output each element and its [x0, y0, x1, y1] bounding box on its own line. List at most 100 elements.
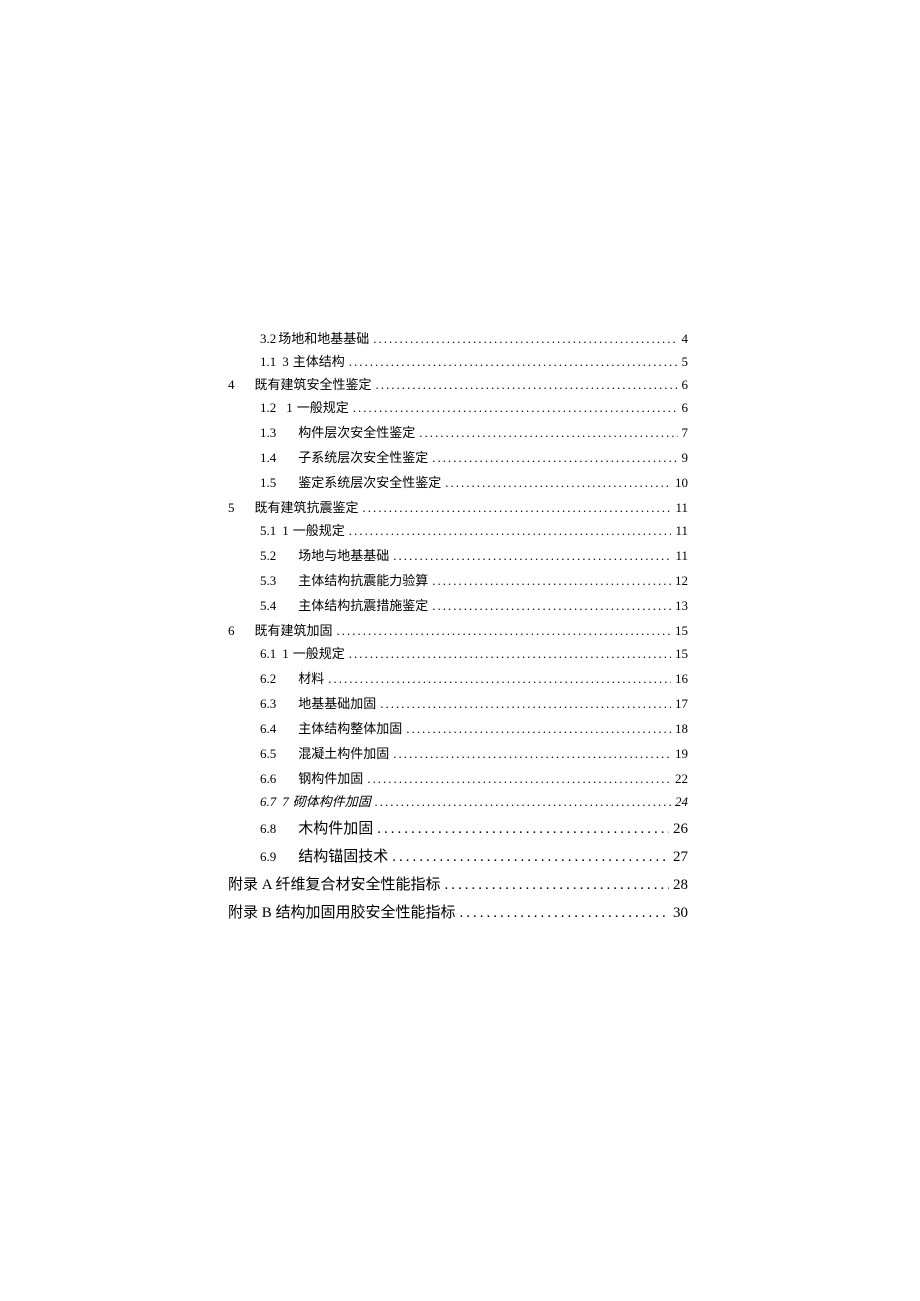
- toc-num: 5: [228, 501, 235, 514]
- toc-num: 6.5: [260, 747, 276, 760]
- toc-leader: [353, 401, 678, 414]
- toc-title: 主体结构抗震能力验算: [298, 574, 428, 587]
- toc-num: 1.5: [260, 476, 276, 489]
- toc-num: 5.2: [260, 549, 276, 562]
- toc-block: 3.2 场地和地基基础 4 1.1 3 主体结构 5 4 既有建筑安全性鉴定 6…: [228, 332, 688, 930]
- toc-leader: [406, 722, 671, 735]
- toc-num: 6.6: [260, 772, 276, 785]
- toc-leader: [376, 378, 678, 391]
- toc-page: 11: [675, 524, 688, 537]
- toc-page: 30: [673, 904, 688, 922]
- toc-title: 主体结构: [293, 355, 345, 368]
- toc-leader: [367, 772, 671, 785]
- toc-row: 6.6 钢构件加固 22: [260, 772, 688, 785]
- toc-row: 1.1 3 主体结构 5: [260, 355, 688, 368]
- toc-num: 6.7: [260, 795, 276, 808]
- toc-row: 1.3 构件层次安全性鉴定 7: [260, 426, 688, 439]
- toc-row: 6.3 地基基础加固 17: [260, 697, 688, 710]
- toc-page: 17: [675, 697, 688, 710]
- toc-num: 1.2: [260, 401, 276, 414]
- toc-page: 5: [682, 355, 689, 368]
- toc-row: 5 既有建筑抗震鉴定 11: [228, 501, 688, 514]
- toc-subnum: 1: [286, 401, 293, 414]
- toc-subnum: 1: [282, 524, 289, 537]
- toc-row: 6.4 主体结构整体加固 18: [260, 722, 688, 735]
- toc-page: 10: [675, 476, 688, 489]
- toc-page: 15: [675, 647, 688, 660]
- toc-title: 结构锚固技术: [298, 848, 388, 866]
- toc-title: 既有建筑抗震鉴定: [255, 501, 359, 514]
- toc-page: 28: [673, 876, 688, 894]
- toc-page: 18: [675, 722, 688, 735]
- toc-num: 5.3: [260, 574, 276, 587]
- toc-row: 5.2 场地与地基基础 11: [260, 549, 688, 562]
- toc-leader: [377, 820, 669, 838]
- toc-leader: [393, 747, 671, 760]
- toc-title: 既有建筑加固: [255, 624, 333, 637]
- toc-num: 1.3: [260, 426, 276, 439]
- toc-row: 附录 B 结构加固用胶安全性能指标 30: [228, 904, 688, 922]
- toc-title: 场地和地基基础: [278, 332, 369, 345]
- toc-num: 5.4: [260, 599, 276, 612]
- toc-subnum: 3: [282, 355, 289, 368]
- toc-page: 22: [675, 772, 688, 785]
- toc-title: 鉴定系统层次安全性鉴定: [298, 476, 441, 489]
- toc-subnum: 1: [282, 647, 289, 660]
- toc-title: 钢构件加固: [298, 772, 363, 785]
- toc-page: 9: [682, 451, 689, 464]
- toc-row: 1.4 子系统层次安全性鉴定 9: [260, 451, 688, 464]
- toc-leader: [432, 451, 677, 464]
- toc-row: 6.7 7 砌体构件加固 24: [260, 795, 688, 808]
- toc-num: 4: [228, 378, 235, 391]
- toc-title: 砌体构件加固: [293, 795, 371, 808]
- toc-leader: [349, 524, 672, 537]
- toc-title: 材料: [298, 672, 324, 685]
- toc-page: 15: [675, 624, 688, 637]
- toc-row: 5.4 主体结构抗震措施鉴定 13: [260, 599, 688, 612]
- toc-page: 7: [682, 426, 689, 439]
- toc-row: 6.2 材料 16: [260, 672, 688, 685]
- toc-leader: [337, 624, 671, 637]
- toc-leader: [419, 426, 677, 439]
- toc-leader: [363, 501, 672, 514]
- toc-leader: [380, 697, 671, 710]
- toc-row: 6.8 木构件加固 26: [260, 820, 688, 838]
- toc-row: 1.5 鉴定系统层次安全性鉴定 10: [260, 476, 688, 489]
- toc-title: 木构件加固: [298, 820, 373, 838]
- toc-row: 6.1 1 一般规定 15: [260, 647, 688, 660]
- toc-page: 4: [682, 332, 689, 345]
- toc-row: 6.5 混凝土构件加固 19: [260, 747, 688, 760]
- toc-title: 一般规定: [297, 401, 349, 414]
- toc-leader: [393, 549, 671, 562]
- toc-num: 6.3: [260, 697, 276, 710]
- toc-leader: [432, 574, 671, 587]
- toc-page: 19: [675, 747, 688, 760]
- toc-title: 地基基础加固: [298, 697, 376, 710]
- toc-num: 6.4: [260, 722, 276, 735]
- toc-title: 附录 B 结构加固用胶安全性能指标: [228, 904, 456, 922]
- toc-title: 一般规定: [293, 524, 345, 537]
- toc-leader: [375, 795, 671, 808]
- toc-row: 4 既有建筑安全性鉴定 6: [228, 378, 688, 391]
- toc-page: 13: [675, 599, 688, 612]
- toc-title: 一般规定: [293, 647, 345, 660]
- toc-row: 1.2 1 一般规定 6: [260, 401, 688, 414]
- toc-title: 混凝土构件加固: [298, 747, 389, 760]
- toc-page: 26: [673, 820, 688, 838]
- toc-leader: [460, 904, 669, 922]
- toc-row: 附录 A 纤维复合材安全性能指标 28: [228, 876, 688, 894]
- toc-num: 6.8: [260, 822, 276, 835]
- toc-page: 12: [675, 574, 688, 587]
- toc-num: 6.1: [260, 647, 276, 660]
- toc-leader: [445, 476, 671, 489]
- toc-num: 1.4: [260, 451, 276, 464]
- toc-num: 6: [228, 624, 235, 637]
- toc-row: 3.2 场地和地基基础 4: [260, 332, 688, 345]
- toc-page: 11: [675, 549, 688, 562]
- toc-leader: [373, 332, 677, 345]
- toc-page: 24: [675, 795, 688, 808]
- toc-row: 6 既有建筑加固 15: [228, 624, 688, 637]
- toc-leader: [349, 647, 671, 660]
- toc-page: 27: [673, 848, 688, 866]
- toc-row: 5.1 1 一般规定 11: [260, 524, 688, 537]
